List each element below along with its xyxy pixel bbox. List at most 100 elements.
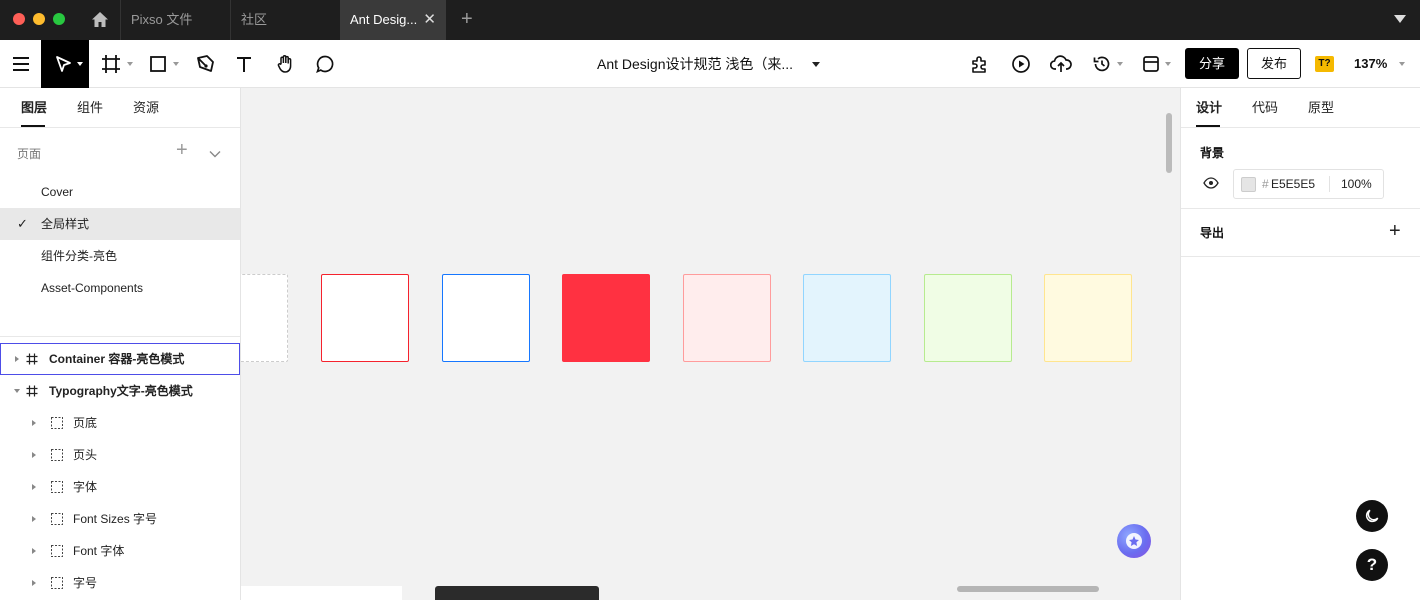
plugin-icon[interactable] [968, 52, 992, 76]
frame-icon [26, 385, 38, 397]
chevron-down-icon[interactable] [127, 62, 133, 66]
close-window-button[interactable] [13, 13, 25, 25]
color-swatch[interactable] [924, 274, 1012, 362]
background-hex-input[interactable]: E5E5E5 [1271, 170, 1315, 198]
maximize-window-button[interactable] [53, 13, 65, 25]
page-label: Asset-Components [41, 281, 144, 295]
avatar[interactable]: T? [1315, 56, 1334, 72]
background-color-field[interactable]: # E5E5E5 100% [1233, 169, 1384, 199]
home-icon[interactable] [90, 10, 110, 30]
title-bar: Pixso 文件 社区 Ant Desig... ✕ + [0, 0, 1420, 40]
tab-components[interactable]: 组件 [77, 88, 103, 128]
chevron-down-icon[interactable] [812, 62, 820, 67]
expand-icon[interactable] [15, 356, 19, 362]
expand-icon[interactable] [32, 548, 36, 554]
layout-icon[interactable] [1139, 52, 1163, 76]
menu-icon[interactable] [9, 52, 33, 76]
tab-label: Ant Desig... [350, 12, 418, 27]
color-swatch[interactable] [321, 274, 409, 362]
color-chip[interactable] [1241, 177, 1256, 192]
tab-code[interactable]: 代码 [1252, 88, 1278, 128]
page-item-cover[interactable]: Cover [0, 176, 240, 208]
new-tab-button[interactable]: + [461, 0, 473, 40]
vertical-scrollbar[interactable] [1166, 113, 1172, 173]
layer-row-container[interactable]: Container 容器-亮色模式 [0, 343, 240, 375]
expand-icon[interactable] [32, 484, 36, 490]
collapse-icon[interactable] [14, 389, 20, 393]
expand-icon[interactable] [32, 452, 36, 458]
history-icon[interactable] [1090, 52, 1114, 76]
layer-label: 字号 [73, 576, 98, 590]
export-section-title: 导出 [1200, 226, 1225, 240]
hash-label: # [1262, 177, 1269, 191]
tab-ant-design[interactable]: Ant Desig... ✕ [340, 0, 446, 40]
color-swatch[interactable] [683, 274, 771, 362]
chevron-down-icon[interactable] [1399, 62, 1405, 66]
color-swatch[interactable] [803, 274, 891, 362]
add-page-icon[interactable]: + [176, 140, 188, 160]
moon-icon [1365, 509, 1379, 523]
eye-icon[interactable] [1203, 177, 1219, 192]
color-swatch[interactable] [1044, 274, 1132, 362]
expand-icon[interactable] [32, 516, 36, 522]
expand-icon[interactable] [32, 420, 36, 426]
tab-assets[interactable]: 资源 [133, 88, 159, 128]
divider [1329, 176, 1330, 192]
horizontal-scrollbar[interactable] [957, 586, 1099, 592]
layer-row-typography[interactable]: Typography文字-亮色模式 [0, 375, 240, 407]
tab-pixso-files[interactable]: Pixso 文件 [120, 0, 230, 40]
expand-icon[interactable] [32, 580, 36, 586]
text-tool-icon[interactable] [232, 52, 256, 76]
dark-mode-toggle[interactable] [1356, 500, 1388, 532]
left-panel: 图层 组件 资源 页面 + Cover ✓ 全局样式 组件分类-亮色 Asset… [0, 88, 241, 600]
frame-tool-icon[interactable] [99, 52, 123, 76]
layer-label: 页底 [73, 416, 98, 430]
group-icon [51, 545, 63, 557]
minimize-window-button[interactable] [33, 13, 45, 25]
color-swatch[interactable] [241, 274, 288, 362]
chevron-down-icon[interactable] [209, 147, 221, 161]
pen-tool-icon[interactable] [193, 52, 217, 76]
play-icon[interactable] [1009, 52, 1033, 76]
color-swatch[interactable] [442, 274, 530, 362]
color-swatch[interactable] [562, 274, 650, 362]
add-export-icon[interactable]: + [1389, 221, 1401, 241]
help-button[interactable]: ? [1356, 549, 1388, 581]
comment-tool-icon[interactable] [313, 52, 337, 76]
layer-row-header[interactable]: 页头 [0, 439, 240, 471]
page-item-components-light[interactable]: 组件分类-亮色 [0, 240, 240, 272]
chevron-down-icon[interactable] [173, 62, 179, 66]
rectangle-tool-icon[interactable] [146, 52, 170, 76]
upload-cloud-icon[interactable] [1049, 52, 1073, 76]
close-tab-icon[interactable]: ✕ [423, 0, 436, 40]
divider [1181, 256, 1420, 257]
canvas-frame-edge [435, 586, 599, 600]
layer-row-font-size[interactable]: 字号 [0, 567, 240, 599]
share-button[interactable]: 分享 [1185, 48, 1239, 79]
divider [1181, 208, 1420, 209]
page-item-asset-components[interactable]: Asset-Components [0, 272, 240, 304]
page-item-global-styles[interactable]: ✓ 全局样式 [0, 208, 240, 240]
layer-row-font-family[interactable]: Font 字体 [0, 535, 240, 567]
layer-row-font[interactable]: 字体 [0, 471, 240, 503]
layer-row-font-sizes[interactable]: Font Sizes 字号 [0, 503, 240, 535]
document-title[interactable]: Ant Design设计规范 浅色（来... [597, 40, 793, 88]
tab-community[interactable]: 社区 [230, 0, 340, 40]
zoom-level[interactable]: 137% [1354, 40, 1387, 88]
tab-prototype[interactable]: 原型 [1308, 88, 1334, 128]
publish-button[interactable]: 发布 [1247, 48, 1301, 79]
chevron-down-icon[interactable] [1394, 15, 1406, 23]
frame-icon [26, 353, 38, 365]
background-opacity-input[interactable]: 100% [1341, 170, 1372, 198]
layer-row-footer[interactable]: 页底 [0, 407, 240, 439]
group-icon [51, 577, 63, 589]
tab-layers[interactable]: 图层 [21, 88, 47, 128]
hand-tool-icon[interactable] [273, 52, 297, 76]
tab-design[interactable]: 设计 [1196, 88, 1222, 128]
chevron-down-icon[interactable] [1165, 62, 1171, 66]
divider [1181, 127, 1420, 128]
ai-assistant-button[interactable] [1117, 524, 1151, 558]
move-tool-button[interactable] [41, 40, 89, 88]
chevron-down-icon[interactable] [1117, 62, 1123, 66]
canvas[interactable] [241, 88, 1179, 600]
